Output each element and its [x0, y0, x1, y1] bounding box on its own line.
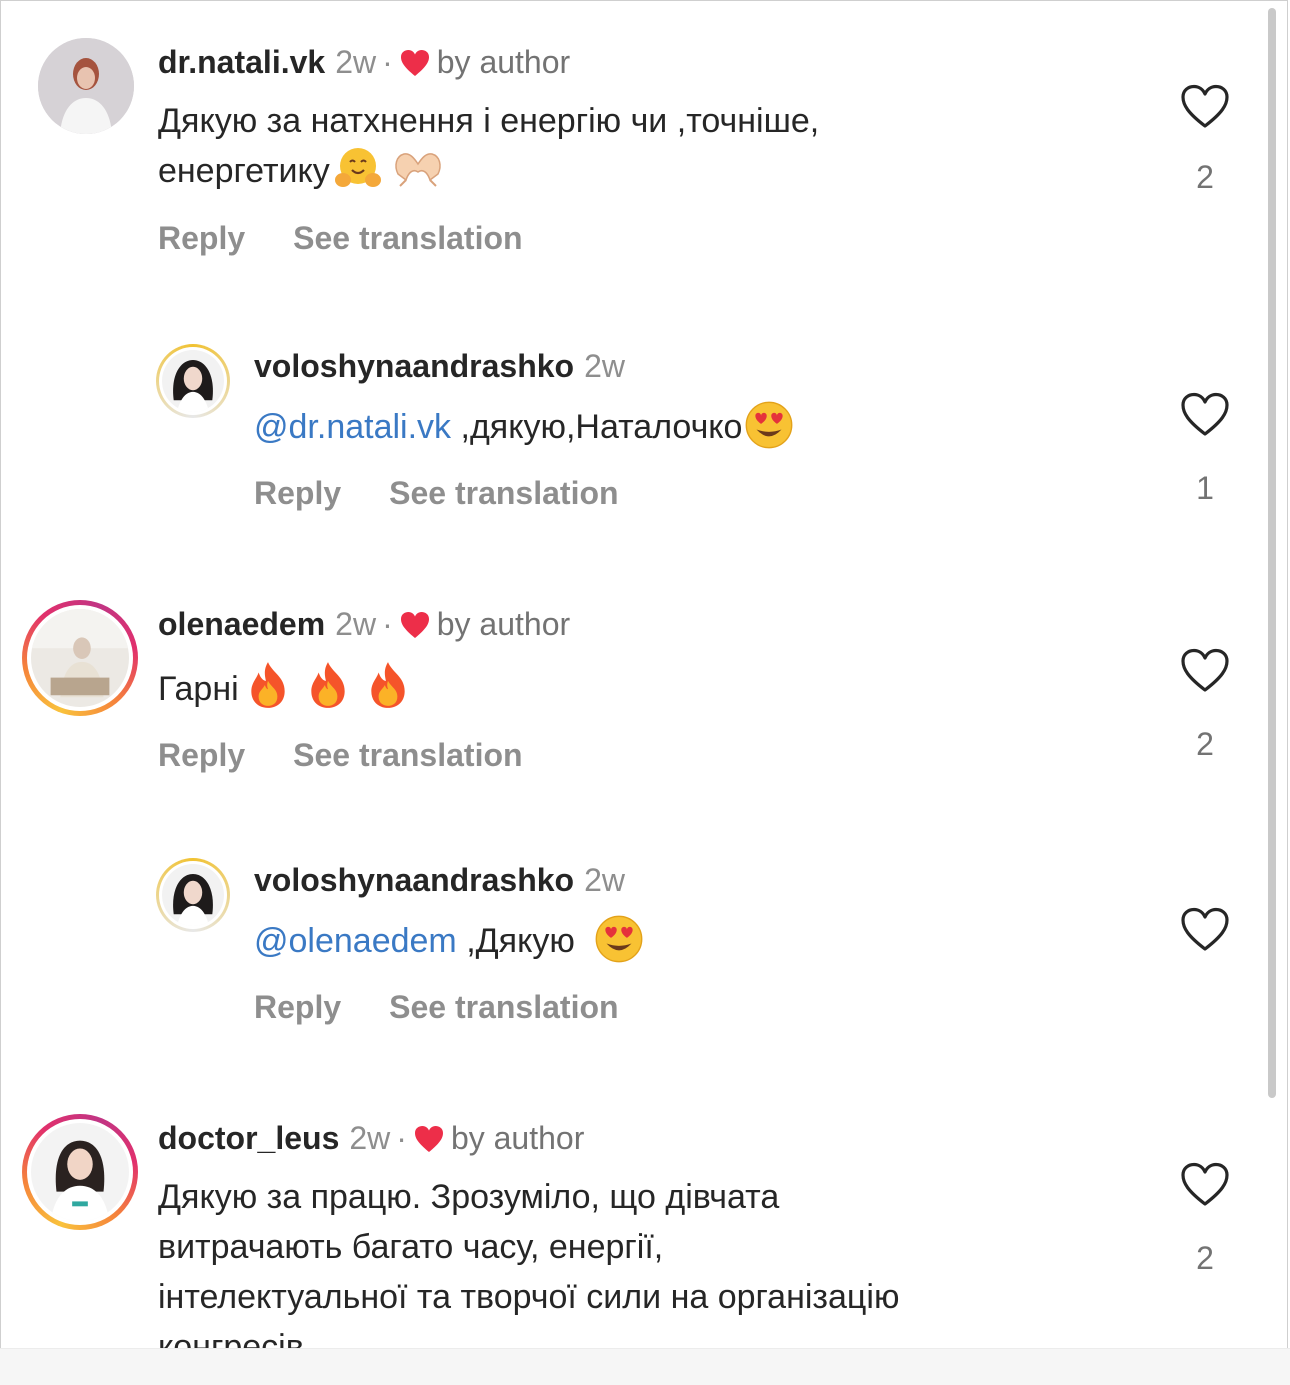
avatar-photo-icon	[31, 1123, 129, 1221]
reply-button[interactable]: Reply	[254, 475, 341, 511]
author-liked-heart-icon	[413, 1124, 445, 1154]
comment-username[interactable]: voloshynaandrashko	[254, 862, 574, 898]
fire-emoji-icon	[305, 660, 351, 710]
by-author-label: by author	[436, 44, 571, 80]
like-heart-icon[interactable]	[1180, 907, 1230, 953]
comment-username[interactable]: olenaedem	[158, 606, 325, 642]
bottom-bar	[0, 1348, 1290, 1385]
avatar-photo-icon	[38, 38, 134, 134]
heart-eyes-emoji-icon	[594, 914, 644, 964]
heart-hands-emoji-icon	[390, 146, 446, 190]
see-translation-button[interactable]: See translation	[389, 475, 618, 511]
avatar-photo-icon	[162, 864, 224, 926]
avatar-photo-icon	[162, 350, 224, 412]
comment-text: Дякую за натхнення і енергію чи ,точніше…	[158, 96, 819, 196]
see-translation-button[interactable]: See translation	[389, 989, 618, 1025]
fire-emoji-icon	[245, 660, 291, 710]
by-author-label: by author	[450, 1120, 585, 1156]
comment-username[interactable]: voloshynaandrashko	[254, 348, 574, 384]
comment-text: Дякую за працю. Зрозуміло, що дівчата ви…	[158, 1172, 899, 1372]
by-author-label: by author	[436, 606, 571, 642]
comment-time: 2w	[335, 606, 377, 642]
hugging-face-emoji-icon	[332, 146, 384, 190]
author-liked-heart-icon	[399, 48, 431, 78]
comment-text: @olenaedem ,Дякую	[254, 914, 644, 966]
mention-link[interactable]: @dr.natali.vk	[254, 408, 451, 446]
like-count: 1	[1196, 470, 1214, 506]
like-heart-icon[interactable]	[1180, 1162, 1230, 1208]
avatar-with-story-ring[interactable]	[22, 1114, 138, 1230]
comment-time: 2w	[584, 862, 625, 898]
mention-link[interactable]: @olenaedem	[254, 922, 457, 960]
comment-text-body: ,дякую,Наталочко	[451, 408, 743, 446]
comment-time: 2w	[584, 348, 625, 384]
avatar-with-story-ring[interactable]	[22, 600, 138, 716]
heart-eyes-emoji-icon	[744, 400, 794, 450]
comment-text-line: Дякую за працю. Зрозуміло, що дівчата	[158, 1178, 780, 1216]
comment-username[interactable]: dr.natali.vk	[158, 44, 325, 80]
reply-button[interactable]: Reply	[254, 989, 341, 1025]
comment-text: @dr.natali.vk ,дякую,Наталочко	[254, 400, 794, 452]
like-heart-icon[interactable]	[1180, 392, 1230, 438]
avatar-photo-icon	[31, 609, 129, 707]
comment-text-body: Гарні	[158, 670, 239, 708]
reply-button[interactable]: Reply	[158, 220, 245, 256]
separator-dot: ·	[382, 44, 393, 80]
avatar[interactable]	[156, 344, 230, 418]
scrollbar[interactable]	[1268, 8, 1276, 1098]
like-heart-icon[interactable]	[1180, 648, 1230, 694]
avatar[interactable]	[156, 858, 230, 932]
separator-dot: ·	[396, 1120, 407, 1156]
separator-dot: ·	[382, 606, 393, 642]
reply-button[interactable]: Reply	[158, 737, 245, 773]
comment-time: 2w	[349, 1120, 391, 1156]
comment-text-line: інтелектуальної та творчої сили на орган…	[158, 1278, 900, 1316]
comment-text-line: енергетику	[158, 152, 330, 190]
comment-text: Гарні	[158, 660, 411, 714]
comment-username[interactable]: doctor_leus	[158, 1120, 339, 1156]
comment-text-line: Дякую за натхнення і енергію чи ,точніше…	[158, 102, 820, 140]
comment-time: 2w	[335, 44, 377, 80]
like-count: 2	[1196, 726, 1214, 762]
like-count: 2	[1196, 159, 1214, 195]
comment-text-line: витрачають багато часу, енергії,	[158, 1228, 664, 1266]
author-liked-heart-icon	[399, 610, 431, 640]
avatar[interactable]	[38, 38, 134, 134]
fire-emoji-icon	[365, 660, 411, 710]
see-translation-button[interactable]: See translation	[293, 737, 522, 773]
like-count: 2	[1196, 1240, 1214, 1276]
comment-text-body: ,Дякую	[456, 922, 585, 960]
like-heart-icon[interactable]	[1180, 84, 1230, 130]
see-translation-button[interactable]: See translation	[293, 220, 522, 256]
